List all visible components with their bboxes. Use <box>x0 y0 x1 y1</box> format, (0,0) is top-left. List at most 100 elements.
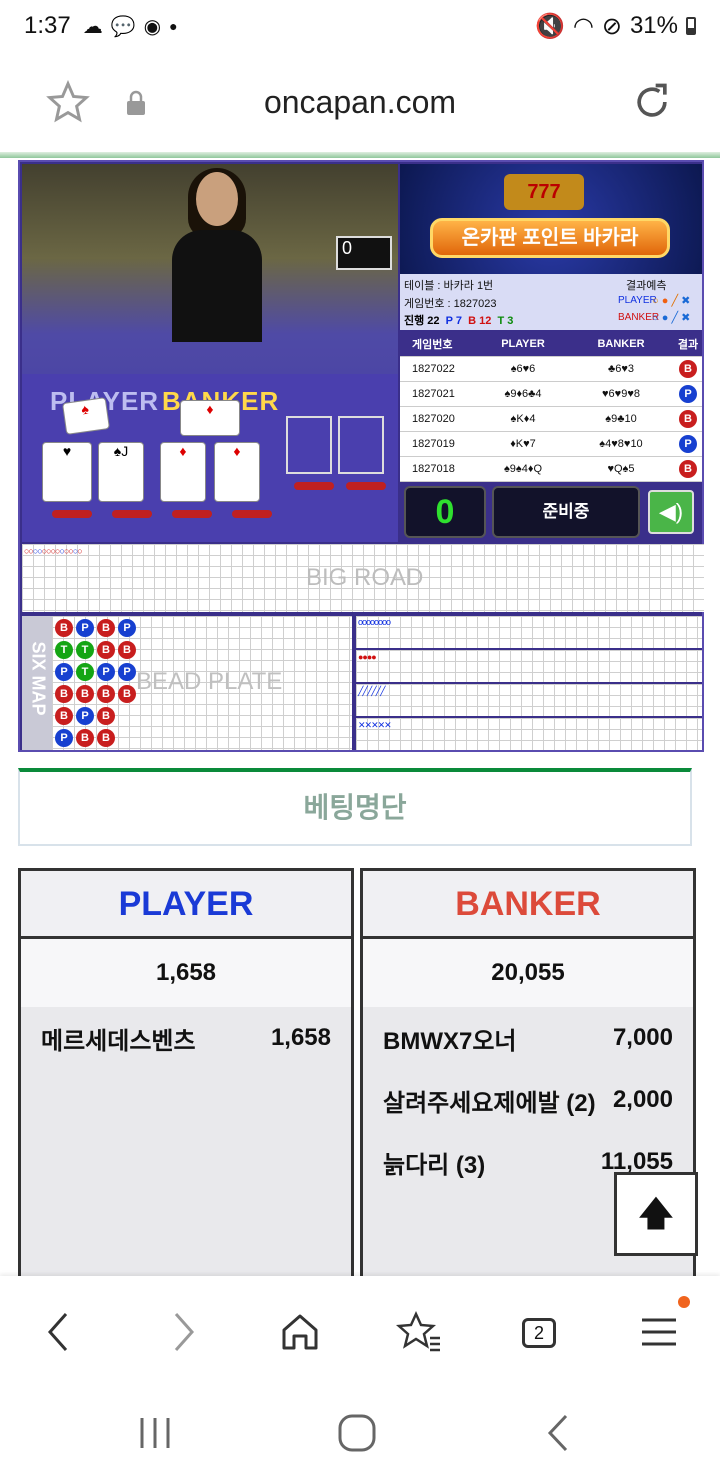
bet-entry: 메르세데스벤츠 1,658 <box>41 1007 331 1069</box>
reload-icon[interactable] <box>630 80 674 124</box>
player-card: ♥ <box>42 442 92 502</box>
bead-cell: P <box>76 707 94 725</box>
kakao-talk-icon: 💬 <box>110 15 136 38</box>
history-table: 게임번호 PLAYER BANKER 결과 1827022 ♠6♥6 ♣6♥3 … <box>400 332 702 482</box>
bet-pad <box>112 510 152 518</box>
game-state-display: 준비중 <box>492 486 640 538</box>
bookmarks-icon[interactable] <box>390 1304 450 1360</box>
live-video[interactable]: 0 PLAYER BANKER ♠ ♥ ♠J ♦ ♦ ♦ <box>22 164 398 542</box>
bead-cell <box>118 729 138 750</box>
browser-bottom-nav: 2 <box>0 1276 720 1388</box>
banker-card: ♦ <box>214 442 260 502</box>
result-badge: B <box>679 410 697 428</box>
scroll-to-top-button[interactable]: 🡅 <box>614 1172 698 1256</box>
promo-banner[interactable]: 777 온카판 포인트 바카라 <box>400 164 702 274</box>
bead-plate-label: BEAD PLATE <box>136 668 283 695</box>
speaker-icon[interactable]: ◀) <box>648 490 694 534</box>
cloud-icon: ☁ <box>82 15 103 38</box>
six-map-tab[interactable]: SIX MAP <box>22 616 52 750</box>
bettor-name: 늙다리 (3) <box>383 1151 486 1179</box>
player-card: ♠ <box>61 397 111 435</box>
table-name: 테이블 : 바카라 1번 <box>404 280 494 292</box>
bead-cell: B <box>97 619 115 637</box>
betting-list-header: 베팅명단 <box>18 768 692 846</box>
bead-cell: T <box>76 641 94 659</box>
bettor-name: 살려주세요제에발 (2) <box>383 1089 596 1117</box>
bead-cell: B <box>76 729 94 747</box>
player-bets-label: PLAYER <box>21 871 351 939</box>
banner-title: 온카판 포인트 바카라 <box>430 218 670 258</box>
page-top-divider <box>0 152 720 158</box>
bead-cell: P <box>76 619 94 637</box>
history-row: 1827020 ♠K♦4 ♠9♣10 B <box>400 407 702 432</box>
baccarat-game-panel: 0 PLAYER BANKER ♠ ♥ ♠J ♦ ♦ ♦ 777 온카판 포인트… <box>18 160 704 752</box>
home-icon[interactable] <box>270 1304 330 1360</box>
player-bets-panel: PLAYER 1,658 메르세데스벤츠 1,658 <box>18 868 354 1288</box>
player-prediction-label: PLAYER <box>618 295 657 306</box>
game-info: 테이블 : 바카라 1번 게임번호 : 1827023 진행 22 P 7 B … <box>400 274 702 330</box>
system-nav-bar <box>0 1388 720 1480</box>
browser-url-bar: oncapan.com <box>0 52 720 152</box>
big-road-board: ○○○○○○○○○○○○○ BIG ROAD <box>22 544 704 612</box>
bead-cell: B <box>97 641 115 659</box>
url-text[interactable]: oncapan.com <box>0 84 720 121</box>
bet-pad <box>172 510 212 518</box>
notification-dot <box>678 1296 690 1308</box>
bead-cell: B <box>118 641 136 659</box>
chat-bubble-icon: ◉ <box>143 15 162 38</box>
table-screen: 0 <box>336 236 392 270</box>
recent-apps-icon[interactable] <box>130 1408 180 1458</box>
extra-road: ✕✕✕✕✕ <box>356 718 702 750</box>
slot-machine-graphic: 777 <box>504 174 584 210</box>
player-bets-entries: 메르세데스벤츠 1,658 <box>21 1007 351 1069</box>
dealer <box>162 168 272 342</box>
bet-pad <box>346 482 386 490</box>
result-badge: B <box>679 360 697 378</box>
bead-cell: P <box>118 619 136 637</box>
cockroach-road: ╱╱╱╱╱╱ <box>356 684 702 718</box>
dot-icon: ● <box>169 18 178 34</box>
banker-card: ♦ <box>180 400 240 436</box>
banker-prediction-marks: ○ ● ╱ ✖ <box>652 312 691 324</box>
tabs-button[interactable]: 2 <box>508 1304 568 1360</box>
bead-cell: P <box>55 663 73 681</box>
empty-card-slot <box>338 416 384 474</box>
bet-entry: BMWX7오너 7,000 <box>383 1007 673 1069</box>
history-row: 1827022 ♠6♥6 ♣6♥3 B <box>400 357 702 382</box>
history-header: 게임번호 PLAYER BANKER 결과 <box>400 332 702 357</box>
bet-pad <box>232 510 272 518</box>
banker-card: ♦ <box>160 442 206 502</box>
bead-cell <box>118 707 138 728</box>
player-card: ♠J <box>98 442 144 502</box>
big-eye-road: oooooooo <box>356 616 702 650</box>
result-badge: P <box>679 435 697 453</box>
bead-cell: B <box>55 619 73 637</box>
empty-card-slot <box>286 416 332 474</box>
small-road: ●●●● <box>356 650 702 684</box>
status-bar: 1:37 ☁ 💬 ◉ ● 🔇 ◠ ⊘ 31% <box>0 0 720 52</box>
big-road-marks: ○○○○○○○○○○○○○ <box>24 546 83 556</box>
history-row: 1827019 ♦K♥7 ♠4♥8♥10 P <box>400 432 702 457</box>
forward-icon[interactable] <box>152 1304 212 1360</box>
countdown-display: 0 <box>404 486 486 538</box>
derived-roads: oooooooo ●●●● ╱╱╱╱╱╱ ✕✕✕✕✕ <box>356 616 702 750</box>
game-number: 게임번호 : 1827023 <box>404 298 497 310</box>
history-row: 1827018 ♠9♠4♦Q ♥Q♠5 B <box>400 457 702 482</box>
bead-plate-cells: BPBPTTBBPTPPBBBBBPBPBB <box>55 619 138 750</box>
menu-icon[interactable] <box>630 1304 690 1360</box>
tab-count: 2 <box>522 1318 556 1348</box>
bead-cell: B <box>55 685 73 703</box>
progress-counts: 진행 22 P 7 B 12 T 3 <box>404 315 514 327</box>
wifi-icon: ◠ <box>572 12 594 40</box>
back-icon[interactable] <box>30 1304 90 1360</box>
bead-cell: P <box>118 663 136 681</box>
bet-entry: 살려주세요제에발 (2) 2,000 <box>383 1069 673 1131</box>
clock: 1:37 <box>24 12 71 39</box>
no-sync-icon: ⊘ <box>601 12 622 40</box>
back-system-icon[interactable] <box>534 1408 584 1458</box>
result-badge: B <box>679 460 697 478</box>
home-system-icon[interactable] <box>332 1408 382 1458</box>
bettor-name: 메르세데스벤츠 <box>41 1027 196 1055</box>
betting-list-title: 베팅명단 <box>303 792 407 823</box>
bettor-name: BMWX7오너 <box>383 1027 517 1055</box>
